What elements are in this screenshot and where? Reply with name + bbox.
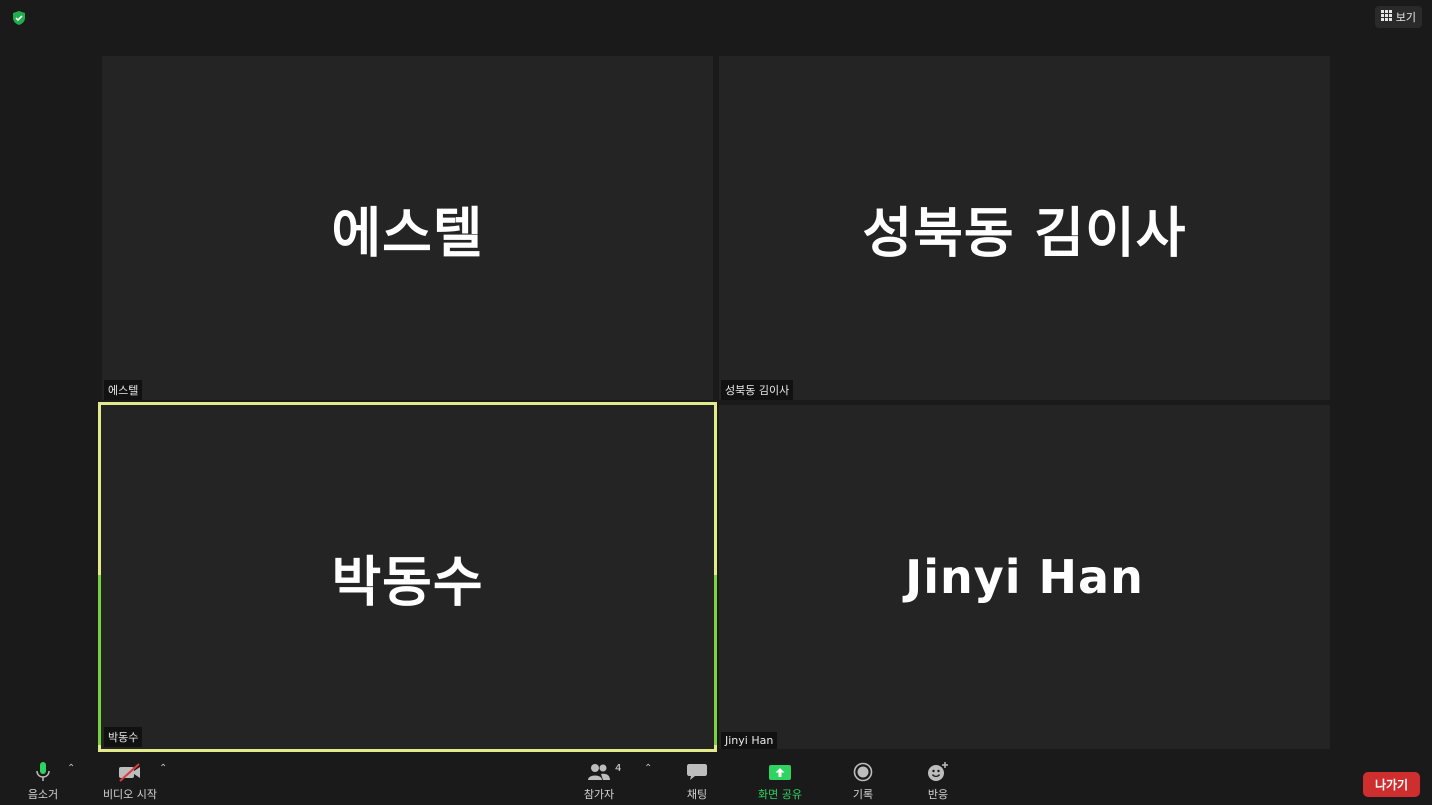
participant-display-name: Jinyi Han [905, 550, 1144, 604]
audio-options-chevron-up-icon[interactable]: ⌃ [67, 763, 75, 774]
video-tile-4[interactable]: Jinyi Han Jinyi Han [719, 405, 1330, 749]
video-tile-2[interactable]: 성북동 김이사 성북동 김이사 [719, 56, 1330, 400]
participants-count: 4 [615, 763, 622, 774]
start-video-button[interactable]: 비디오 시작 [95, 761, 165, 802]
participants-options-chevron-up-icon[interactable]: ⌃ [644, 763, 652, 774]
leave-meeting-button[interactable]: 나가기 [1363, 772, 1420, 797]
record-button[interactable]: 기록 [828, 761, 898, 802]
security-shield-icon[interactable] [11, 10, 27, 26]
mute-label: 음소거 [27, 788, 59, 801]
participants-button[interactable]: 참가자 [564, 761, 634, 802]
participant-name-tag: 에스텔 [104, 380, 143, 400]
meeting-toolbar: 음소거 ⌃ 비디오 시작 ⌃ 참가자 4 ⌃ 채팅 화면 공유 기록 반응 나가… [0, 755, 1432, 805]
participant-display-name: 에스텔 [331, 201, 484, 265]
speaking-indicator [714, 575, 717, 745]
video-off-icon [117, 761, 143, 783]
chat-label: 채팅 [686, 788, 708, 801]
view-button[interactable]: 보기 [1374, 6, 1422, 28]
reactions-label: 반응 [927, 788, 949, 801]
record-icon [853, 761, 873, 783]
video-tile-1[interactable]: 에스텔 에스텔 [102, 56, 713, 400]
share-screen-label: 화면 공유 [758, 788, 802, 801]
video-tile-3-active-speaker[interactable]: 박동수 박동수 [98, 402, 717, 752]
emoji-add-icon [926, 761, 950, 783]
chat-button[interactable]: 채팅 [662, 761, 732, 802]
participant-name-tag: Jinyi Han [721, 732, 778, 749]
video-options-chevron-up-icon[interactable]: ⌃ [159, 763, 167, 774]
participant-name-tag: 박동수 [104, 727, 143, 747]
participant-display-name: 성북동 김이사 [862, 201, 1187, 265]
microphone-icon [35, 761, 51, 783]
chat-bubble-icon [686, 761, 708, 783]
reactions-button[interactable]: 반응 [903, 761, 973, 802]
view-label: 보기 [1395, 11, 1416, 24]
share-screen-icon [768, 761, 792, 783]
start-video-label: 비디오 시작 [102, 788, 158, 801]
participants-icon [586, 761, 612, 783]
record-label: 기록 [852, 788, 874, 801]
grid-icon [1380, 10, 1392, 24]
participant-name-tag: 성북동 김이사 [721, 380, 794, 400]
participant-display-name: 박동수 [331, 550, 484, 614]
participants-label: 참가자 [583, 788, 615, 801]
share-screen-button[interactable]: 화면 공유 [745, 761, 815, 802]
